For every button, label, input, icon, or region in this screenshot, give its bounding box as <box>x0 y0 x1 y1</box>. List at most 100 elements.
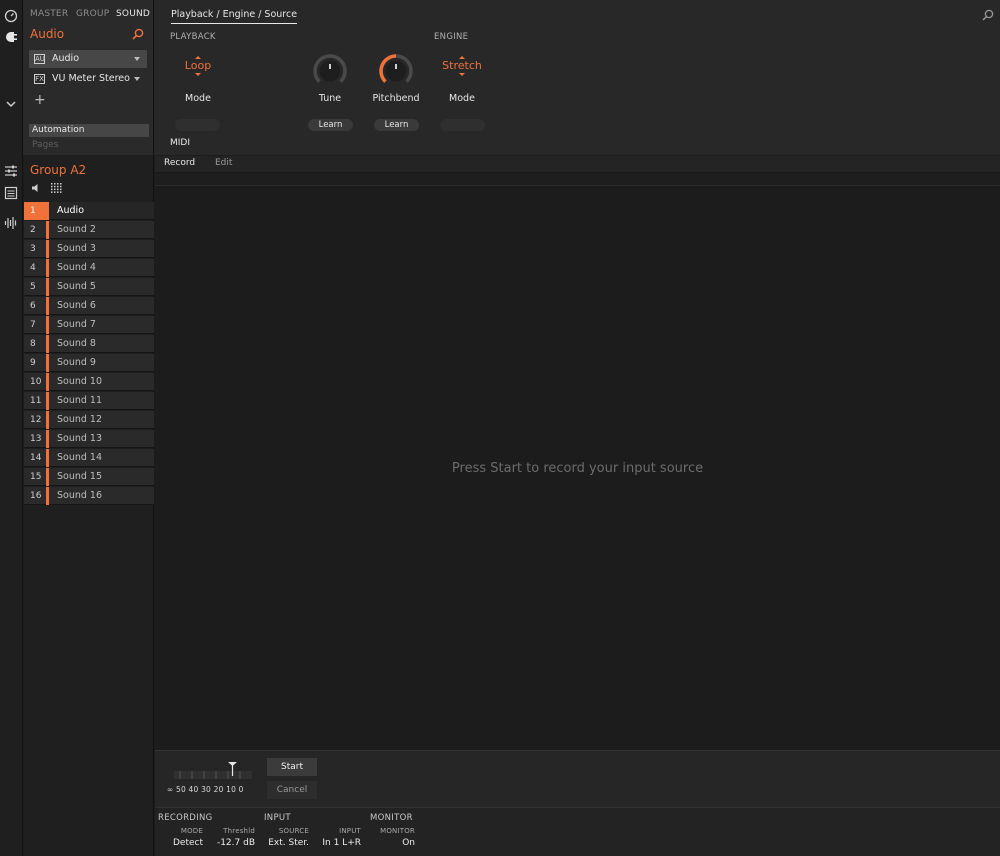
sound-slot-11[interactable]: 11 Sound 11 <box>24 392 154 410</box>
record-empty-message: Press Start to record your input source <box>451 461 704 476</box>
sound-number: 10 <box>30 377 42 387</box>
tune-knob[interactable] <box>311 52 349 90</box>
tab-edit[interactable]: Edit <box>215 158 232 168</box>
threshold-value[interactable]: -12.7 dB <box>205 838 255 848</box>
sound-slot-12[interactable]: 12 Sound 12 <box>24 411 154 429</box>
sample-editor: Record Edit Press Start to record your i… <box>155 156 1000 856</box>
search-icon[interactable] <box>132 28 144 40</box>
monitor-value[interactable]: On <box>365 838 415 848</box>
sound-slot-5[interactable]: 5 Sound 5 <box>24 278 154 296</box>
engine-mode-learn-slot <box>440 119 485 131</box>
sound-slot-14[interactable]: 14 Sound 14 <box>24 449 154 467</box>
list-icon[interactable] <box>4 186 18 200</box>
sound-label: Sound 4 <box>57 262 96 273</box>
sound-slot-2[interactable]: 2 Sound 2 <box>24 221 154 239</box>
pitchbend-knob[interactable] <box>377 52 415 90</box>
speaker-icon[interactable] <box>31 183 41 193</box>
sound-color-bar <box>46 354 49 372</box>
tab-group[interactable]: GROUP <box>76 9 109 19</box>
dropdown-arrow-icon[interactable] <box>134 57 140 61</box>
sound-number: 9 <box>30 358 36 368</box>
sound-slot-9[interactable]: 9 Sound 9 <box>24 354 154 372</box>
threshold-meter[interactable] <box>174 771 252 779</box>
source-label: SOURCE <box>278 827 309 835</box>
parameter-panel: Playback / Engine / Source PLAYBACK ENGI… <box>155 0 1000 155</box>
threshold-handle[interactable] <box>228 762 237 776</box>
start-button[interactable]: Start <box>267 758 317 776</box>
playback-mode-value: Loop <box>184 59 212 72</box>
plugin-slot-audio[interactable]: AU Audio <box>29 50 147 68</box>
playback-mode-learn-slot <box>175 119 220 131</box>
mode-value[interactable]: Detect <box>163 838 203 848</box>
sound-label: Sound 10 <box>57 376 103 387</box>
clock-icon[interactable] <box>4 9 18 23</box>
playback-mode-selector[interactable]: Loop <box>163 56 233 76</box>
sound-slot-7[interactable]: 7 Sound 7 <box>24 316 154 334</box>
sound-label: Sound 14 <box>57 452 103 463</box>
input-value[interactable]: In 1 L+R <box>311 838 361 848</box>
arrow-down-icon[interactable] <box>459 73 465 76</box>
sound-slot-4[interactable]: 4 Sound 4 <box>24 259 154 277</box>
waveform-icon[interactable] <box>4 216 18 230</box>
sound-color-bar <box>46 487 49 505</box>
add-plugin-button[interactable]: + <box>34 92 46 108</box>
sound-label: Sound 9 <box>57 357 96 368</box>
plugin-slot-vu-meter[interactable]: FX VU Meter Stereo <box>29 70 147 88</box>
sound-label: Sound 11 <box>57 395 103 406</box>
sound-number: 12 <box>30 415 42 425</box>
sound-color-bar <box>46 259 49 277</box>
sound-label: Sound 3 <box>57 243 96 254</box>
monitor-label: MONITOR <box>380 827 415 835</box>
group-name[interactable]: Group A2 <box>30 163 86 177</box>
editor-ruler <box>155 174 1000 186</box>
automation-tab[interactable]: Automation <box>29 124 149 137</box>
tab-sound[interactable]: SOUND <box>116 9 150 19</box>
source-value[interactable]: Ext. Ster. <box>259 838 309 848</box>
sound-label: Sound 15 <box>57 471 103 482</box>
sound-slot-1[interactable]: 1 Audio <box>24 202 154 220</box>
sound-color-bar <box>46 373 49 391</box>
engine-mode-label: Mode <box>449 93 475 104</box>
tab-record[interactable]: Record <box>164 158 195 168</box>
plugin-title: Audio <box>30 27 65 41</box>
plugin-slot-label: Audio <box>52 53 80 64</box>
arrow-down-icon[interactable] <box>195 73 201 76</box>
chevron-down-icon[interactable] <box>4 97 18 111</box>
pages-tab[interactable]: Pages <box>32 140 58 150</box>
sound-slot-16[interactable]: 16 Sound 16 <box>24 487 154 505</box>
sound-color-bar <box>46 430 49 448</box>
sound-slot-10[interactable]: 10 Sound 10 <box>24 373 154 391</box>
sound-slot-15[interactable]: 15 Sound 15 <box>24 468 154 486</box>
dropdown-arrow-icon[interactable] <box>134 77 140 81</box>
sound-color-bar <box>46 392 49 410</box>
tab-master[interactable]: MASTER <box>30 9 68 19</box>
sound-color-bar <box>46 278 49 296</box>
search-icon[interactable] <box>982 9 994 21</box>
pitchbend-learn-button[interactable]: Learn <box>374 119 419 131</box>
sound-slot-8[interactable]: 8 Sound 8 <box>24 335 154 353</box>
section-playback-heading: PLAYBACK <box>170 32 216 42</box>
sound-number: 6 <box>30 301 36 311</box>
plug-icon[interactable] <box>4 30 18 44</box>
pad-grid-icon[interactable] <box>51 183 62 193</box>
tab-playback-engine-source[interactable]: Playback / Engine / Source <box>171 9 298 24</box>
plugin-slot-label: VU Meter Stereo <box>52 73 130 84</box>
recording-heading: RECORDING <box>158 813 213 823</box>
recorder-settings-bar: RECORDING INPUT MONITOR MODE Detect Thre… <box>155 807 1000 856</box>
sound-slot-3[interactable]: 3 Sound 3 <box>24 240 154 258</box>
sound-number: 3 <box>30 244 36 254</box>
cancel-button[interactable]: Cancel <box>267 781 317 799</box>
tune-learn-button[interactable]: Learn <box>308 119 353 131</box>
sound-number: 7 <box>30 320 36 330</box>
plugin-chain-panel: MASTER GROUP SOUND Audio AU Audio FX VU … <box>24 0 154 155</box>
sound-label: Sound 8 <box>57 338 96 349</box>
pitchbend-label: Pitchbend <box>372 93 420 104</box>
sound-slot-13[interactable]: 13 Sound 13 <box>24 430 154 448</box>
editor-tab-bar: Record Edit <box>155 156 1000 173</box>
sound-number: 13 <box>30 434 42 444</box>
sound-color-bar <box>46 316 49 334</box>
sound-label: Sound 13 <box>57 433 103 444</box>
engine-mode-selector[interactable]: Stretch <box>427 56 497 76</box>
controls-icon[interactable] <box>4 164 18 178</box>
sound-slot-6[interactable]: 6 Sound 6 <box>24 297 154 315</box>
